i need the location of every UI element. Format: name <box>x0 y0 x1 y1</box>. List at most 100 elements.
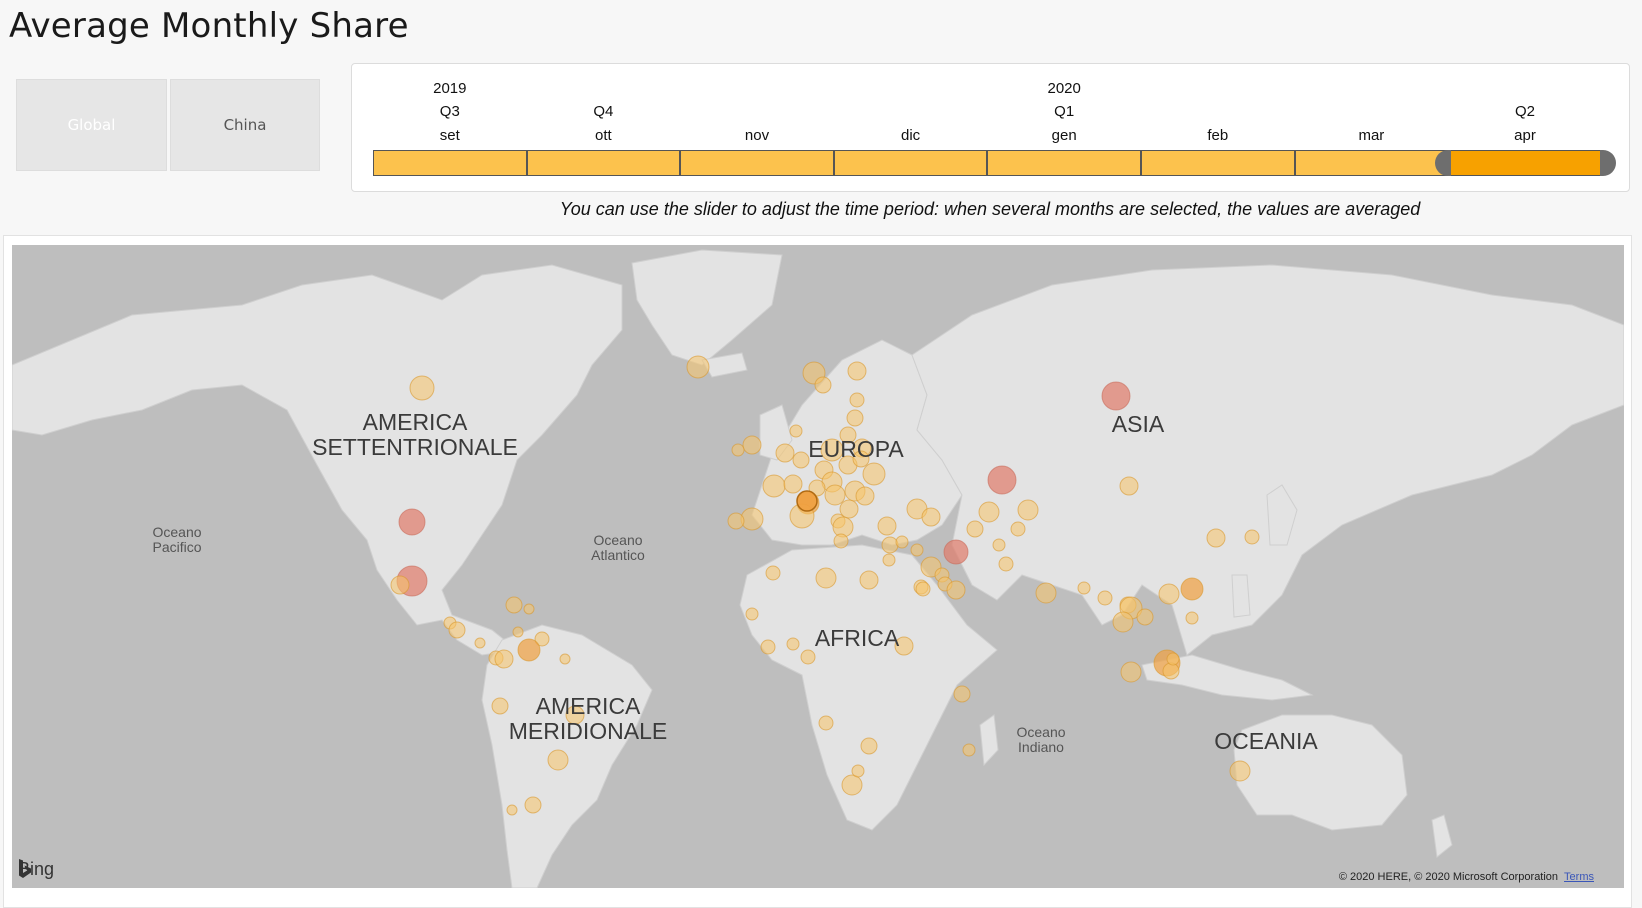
map-bubble[interactable] <box>786 637 800 651</box>
map-bubble[interactable] <box>745 607 759 621</box>
map-bubble[interactable] <box>686 355 710 379</box>
map-bubble[interactable] <box>860 737 878 755</box>
map-bubble[interactable] <box>474 637 486 649</box>
map-bubble[interactable] <box>547 749 569 771</box>
map-bubble[interactable] <box>846 409 864 427</box>
map-bubble[interactable] <box>818 715 834 731</box>
map-bubble-highlighted[interactable] <box>796 490 818 512</box>
map-bubble[interactable] <box>783 474 803 494</box>
map-bubble[interactable] <box>789 424 803 438</box>
map-bubble[interactable] <box>824 484 846 506</box>
map-bubble[interactable] <box>877 516 897 536</box>
slider-caption: You can use the slider to adjust the tim… <box>559 199 1421 219</box>
map-bubble[interactable] <box>731 443 745 457</box>
terms-link[interactable]: Terms <box>1564 871 1594 883</box>
map-bubble[interactable] <box>943 539 969 565</box>
map-bubble[interactable] <box>505 596 523 614</box>
month-segment-feb[interactable] <box>1141 150 1295 176</box>
map-bubble[interactable] <box>1077 581 1091 595</box>
map-bubble[interactable] <box>915 581 931 597</box>
map-bubble[interactable] <box>815 567 837 589</box>
region-label-asia: ASIA <box>1111 411 1165 437</box>
map-bubble[interactable] <box>1162 662 1180 680</box>
map-bubble[interactable] <box>512 626 524 638</box>
map-bubble[interactable] <box>1119 476 1139 496</box>
map-bubble[interactable] <box>765 565 781 581</box>
global-button[interactable]: Global <box>16 79 167 171</box>
map-bubble[interactable] <box>946 580 966 600</box>
map-bubble[interactable] <box>494 649 514 669</box>
map-bubble[interactable] <box>390 575 410 595</box>
month-segment-set[interactable] <box>373 150 527 176</box>
month-segment-dic[interactable] <box>833 150 988 176</box>
slider-end-handle[interactable] <box>1599 150 1616 176</box>
month-segment-apr[interactable] <box>1448 150 1602 176</box>
map-bubble[interactable] <box>881 536 899 554</box>
map-bubble[interactable] <box>491 697 509 715</box>
map-bubble[interactable] <box>559 653 571 665</box>
map-bubble[interactable] <box>833 533 849 549</box>
map-bubble[interactable] <box>953 685 971 703</box>
map-bubble[interactable] <box>987 465 1017 495</box>
map-bubble[interactable] <box>841 774 863 796</box>
map-bubble[interactable] <box>1206 528 1226 548</box>
map-bubble[interactable] <box>1112 611 1134 633</box>
month-segment-mar[interactable] <box>1294 150 1449 176</box>
map-bubble[interactable] <box>1010 521 1026 537</box>
landmass-philippines <box>1231 574 1251 618</box>
map-bubble[interactable] <box>740 507 764 531</box>
map-bubble[interactable] <box>1158 583 1180 605</box>
map-bubble[interactable] <box>775 443 795 463</box>
map-bubble[interactable] <box>849 392 865 408</box>
ocean-label-indian: Oceano Indiano <box>1016 724 1066 755</box>
map-bubble[interactable] <box>1244 529 1260 545</box>
map-bubble[interactable] <box>962 743 976 757</box>
map-bubble[interactable] <box>524 796 542 814</box>
map-bubble[interactable] <box>1180 577 1204 601</box>
map-bubble[interactable] <box>1035 582 1057 604</box>
map-bubble[interactable] <box>1017 499 1039 521</box>
map-bubble[interactable] <box>409 375 435 401</box>
map-bubble[interactable] <box>910 543 924 557</box>
map-bubble[interactable] <box>859 570 879 590</box>
map-bubble[interactable] <box>742 435 762 455</box>
map-attribution: © 2020 HERE, © 2020 Microsoft Corporatio… <box>1339 871 1594 883</box>
map-bubble[interactable] <box>1185 611 1199 625</box>
map-bubble[interactable] <box>862 462 886 486</box>
map-bubble[interactable] <box>1120 661 1142 683</box>
map-bubble[interactable] <box>506 804 518 816</box>
month-segment-ott[interactable] <box>526 150 681 176</box>
map-bubble[interactable] <box>992 538 1006 552</box>
map-bubble[interactable] <box>882 553 896 567</box>
map-canvas[interactable] <box>12 245 1624 888</box>
map-bubble[interactable] <box>847 361 867 381</box>
map-bubble[interactable] <box>1101 381 1131 411</box>
map-bubble[interactable] <box>921 507 941 527</box>
dashboard: Average Monthly Share Global China 2019 2… <box>0 0 1642 908</box>
map-bubble[interactable] <box>966 520 984 538</box>
map-bubble[interactable] <box>523 603 535 615</box>
map-bubble[interactable] <box>727 512 745 530</box>
map-bubble[interactable] <box>517 638 541 662</box>
map-bubble[interactable] <box>1136 608 1154 626</box>
map-bubble[interactable] <box>762 474 786 498</box>
map-bubble[interactable] <box>998 556 1014 572</box>
map-bubble[interactable] <box>1097 590 1113 606</box>
map-bubble[interactable] <box>895 535 909 549</box>
map-bubble[interactable] <box>792 451 810 469</box>
timeline-slider: 2019 2020 Q3 Q4 Q1 Q2 set ott nov dic gen feb mar apr <box>351 63 1630 192</box>
map-bubble[interactable] <box>1229 760 1251 782</box>
map-bubble[interactable] <box>851 764 865 778</box>
map-bubble[interactable] <box>448 621 466 639</box>
map-bubble[interactable] <box>760 639 776 655</box>
month-segment-gen[interactable] <box>987 150 1141 176</box>
map-bubble[interactable] <box>855 486 875 506</box>
world-map[interactable]: AMERICA SETTENTRIONALE EUROPA ASIA AFRICA… <box>12 245 1624 888</box>
map-bubble[interactable] <box>800 649 816 665</box>
map-bubble[interactable] <box>1166 652 1180 666</box>
china-button[interactable]: China <box>170 79 320 171</box>
map-bubble[interactable] <box>398 508 426 536</box>
map-bubble[interactable] <box>978 501 1000 523</box>
month-segment-nov[interactable] <box>680 150 834 176</box>
map-bubble[interactable] <box>814 376 832 394</box>
